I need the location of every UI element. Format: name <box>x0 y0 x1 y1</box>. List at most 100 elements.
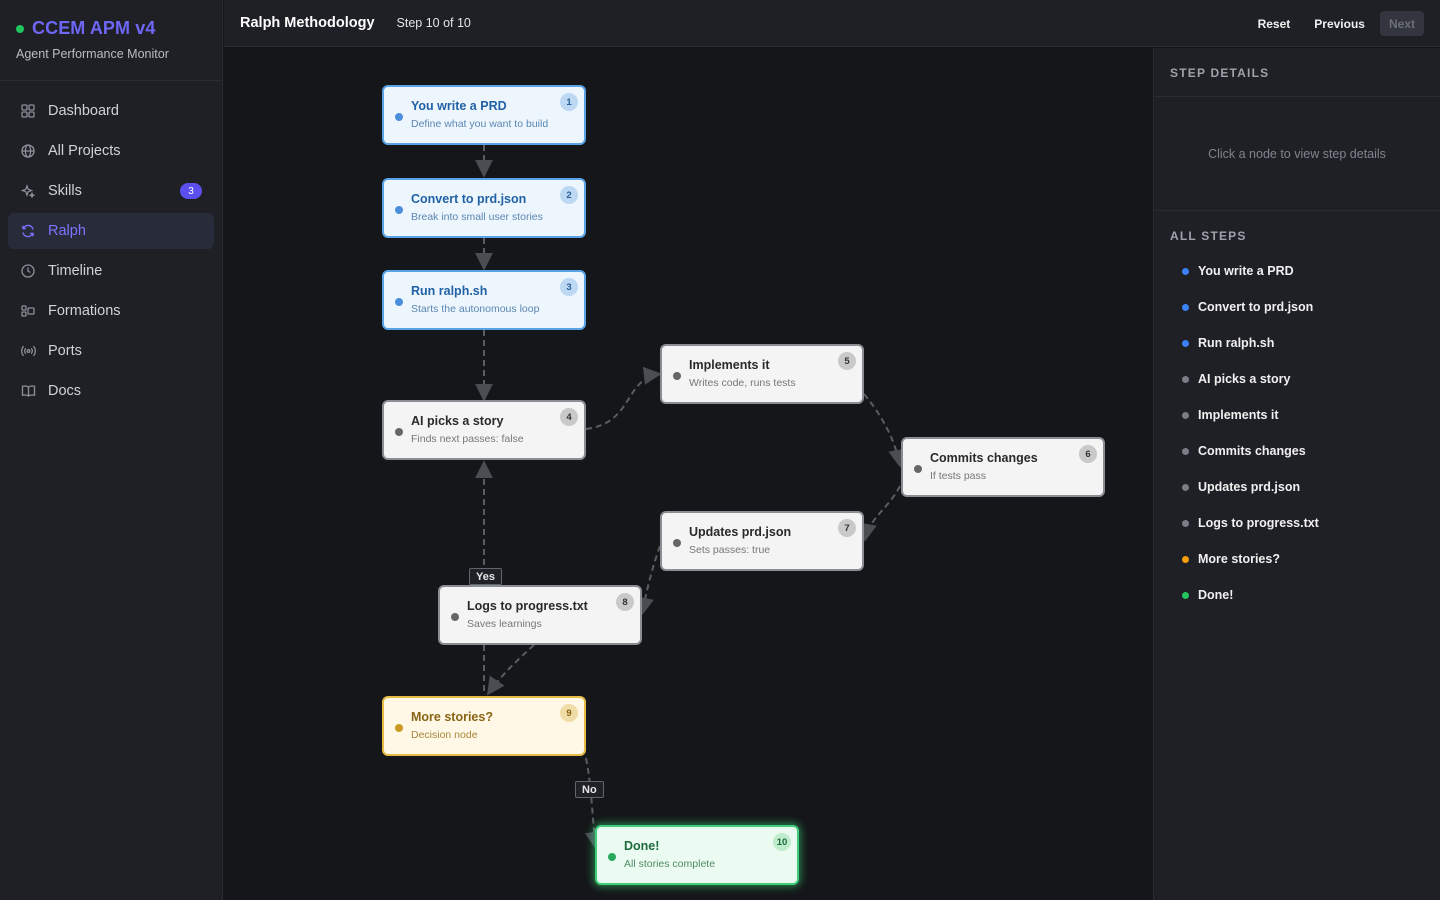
step-dot <box>1182 303 1189 311</box>
previous-button[interactable]: Previous <box>1305 11 1374 36</box>
refresh-icon <box>20 223 36 239</box>
sidebar-item-docs[interactable]: Docs <box>8 373 214 409</box>
step-label: You write a PRD <box>1198 264 1294 278</box>
flow-node-4[interactable]: AI picks a story Finds next passes: fals… <box>382 400 586 460</box>
step-label: Done! <box>1198 588 1234 602</box>
all-steps-list: You write a PRD Convert to prd.json Run … <box>1154 253 1440 613</box>
step-list-item[interactable]: AI picks a story <box>1154 361 1440 397</box>
node-title: Logs to progress.txt <box>467 599 588 613</box>
node-status-dot <box>451 613 459 621</box>
node-title: Run ralph.sh <box>411 284 488 298</box>
brand-row: CCEM APM v4 <box>16 18 206 39</box>
node-status-dot <box>395 428 403 436</box>
step-list-item[interactable]: Convert to prd.json <box>1154 289 1440 325</box>
node-number: 4 <box>560 408 578 426</box>
node-number: 3 <box>560 278 578 296</box>
flow-node-7[interactable]: Updates prd.json Sets passes: true 7 <box>660 511 864 571</box>
node-number: 1 <box>560 93 578 111</box>
edge-4-5 <box>585 366 662 430</box>
step-list-item[interactable]: Commits changes <box>1154 433 1440 469</box>
node-number: 10 <box>773 833 791 851</box>
node-number: 6 <box>1079 445 1097 463</box>
node-subtitle: If tests pass <box>930 470 987 482</box>
edge-8-9 <box>486 644 535 696</box>
node-status-dot <box>914 465 922 473</box>
step-label: Updates prd.json <box>1198 480 1301 494</box>
node-number: 8 <box>616 593 634 611</box>
sidebar-item-ralph[interactable]: Ralph <box>8 213 214 249</box>
flow-node-2[interactable]: Convert to prd.json Break into small use… <box>382 178 586 238</box>
sidebar-item-label: Docs <box>48 383 82 399</box>
step-dot <box>1182 555 1189 563</box>
globe-icon <box>20 143 36 159</box>
step-details-title: STEP DETAILS <box>1170 66 1270 80</box>
flow-node-9[interactable]: More stories? Decision node 9 <box>382 696 586 756</box>
node-subtitle: Sets passes: true <box>689 544 771 556</box>
node-title: Done! <box>624 839 660 853</box>
step-dot <box>1182 483 1189 491</box>
sidebar-item-ports[interactable]: Ports <box>8 333 214 369</box>
brand: CCEM APM v4 Agent Performance Monitor <box>0 0 222 81</box>
sidebar-item-formations[interactable]: Formations <box>8 293 214 329</box>
node-number: 5 <box>838 352 856 370</box>
formation-icon <box>20 303 36 319</box>
sidebar-item-skills[interactable]: Skills 3 <box>8 173 214 209</box>
step-dot <box>1182 519 1189 527</box>
step-dot <box>1182 375 1189 383</box>
sidebar-item-label: Formations <box>48 303 121 319</box>
sidebar-item-all-projects[interactable]: All Projects <box>8 133 214 169</box>
flow-node-1[interactable]: You write a PRD Define what you want to … <box>382 85 586 145</box>
sidebar-item-timeline[interactable]: Timeline <box>8 253 214 289</box>
step-dot <box>1182 447 1189 455</box>
skills-count-badge: 3 <box>180 183 202 199</box>
sidebar-item-label: Skills <box>48 183 82 199</box>
step-dot <box>1182 267 1189 275</box>
step-list-item[interactable]: Logs to progress.txt <box>1154 505 1440 541</box>
node-title: Convert to prd.json <box>411 192 527 206</box>
step-list-item[interactable]: Implements it <box>1154 397 1440 433</box>
all-steps-title: ALL STEPS <box>1170 229 1247 243</box>
node-number: 7 <box>838 519 856 537</box>
node-status-dot <box>673 539 681 547</box>
sidebar: CCEM APM v4 Agent Performance Monitor Da… <box>0 0 223 900</box>
flow-canvas[interactable]: Yes No You write a PRD Define what you w… <box>224 48 1152 900</box>
node-status-dot <box>608 853 616 861</box>
flow-node-3[interactable]: Run ralph.sh Starts the autonomous loop … <box>382 270 586 330</box>
next-button[interactable]: Next <box>1379 11 1424 36</box>
node-title: More stories? <box>411 710 493 724</box>
node-status-dot <box>395 724 403 732</box>
app-root: CCEM APM v4 Agent Performance Monitor Da… <box>0 0 1440 900</box>
node-title: Commits changes <box>930 451 1038 465</box>
flow-node-6[interactable]: Commits changes If tests pass 6 <box>901 437 1105 497</box>
reset-button[interactable]: Reset <box>1249 11 1300 36</box>
node-subtitle: Writes code, runs tests <box>689 377 796 389</box>
sidebar-item-label: Timeline <box>48 263 103 279</box>
node-status-dot <box>395 113 403 121</box>
step-list-item[interactable]: Done! <box>1154 577 1440 613</box>
step-details-placeholder: Click a node to view step details <box>1154 97 1440 211</box>
step-list-item[interactable]: You write a PRD <box>1154 253 1440 289</box>
step-list-item[interactable]: Updates prd.json <box>1154 469 1440 505</box>
flow-node-8[interactable]: Logs to progress.txt Saves learnings 8 <box>438 585 642 645</box>
node-number: 2 <box>560 186 578 204</box>
broadcast-icon <box>20 343 36 359</box>
sidebar-item-dashboard[interactable]: Dashboard <box>8 93 214 129</box>
step-indicator: Step 10 of 10 <box>396 16 471 30</box>
sidebar-item-label: Ralph <box>48 223 86 239</box>
edge-5-6 <box>863 393 907 468</box>
node-subtitle: Saves learnings <box>467 618 542 630</box>
step-details-header: STEP DETAILS <box>1154 48 1440 97</box>
top-header: Ralph Methodology Step 10 of 10 Reset Pr… <box>224 0 1440 47</box>
app-title: CCEM APM v4 <box>32 18 156 38</box>
step-list-item[interactable]: Run ralph.sh <box>1154 325 1440 361</box>
step-label: Implements it <box>1198 408 1279 422</box>
node-subtitle: Starts the autonomous loop <box>411 303 540 315</box>
node-title: AI picks a story <box>411 414 504 428</box>
step-dot <box>1182 339 1189 347</box>
flow-node-5[interactable]: Implements it Writes code, runs tests 5 <box>660 344 864 404</box>
sparkle-icon <box>20 183 36 199</box>
flow-node-10[interactable]: Done! All stories complete 10 <box>595 825 799 885</box>
step-list-item[interactable]: More stories? <box>1154 541 1440 577</box>
sidebar-nav: Dashboard All Projects Skills 3 Ralph Ti… <box>0 81 222 409</box>
all-steps-header: ALL STEPS <box>1154 211 1440 253</box>
